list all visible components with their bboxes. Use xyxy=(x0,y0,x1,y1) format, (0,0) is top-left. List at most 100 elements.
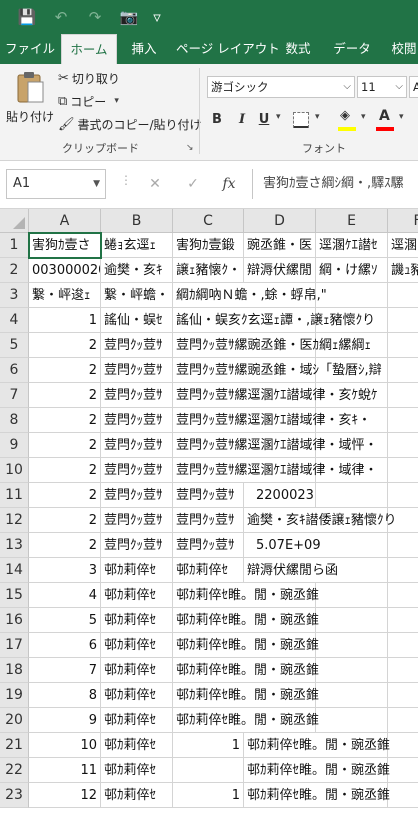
cell-c5[interactable]: 荳閂ｸｯ荳ｻ縲豌丞錐・医ｶ綱ｪ縲綱ｪ xyxy=(173,333,418,358)
copy-button[interactable]: ⧉ コピー ▾ xyxy=(58,91,119,111)
row-header-7[interactable]: 7 xyxy=(0,383,29,408)
cell-c3[interactable]: 綱ｶ綱吶Ｎ蟾・,蜍・蜉帛," xyxy=(173,283,418,308)
row-header-5[interactable]: 5 xyxy=(0,333,29,358)
cell-a9[interactable]: 2 xyxy=(29,433,101,458)
cell-a21[interactable]: 10 xyxy=(29,733,101,758)
name-box[interactable]: A1 ▼ xyxy=(6,169,106,199)
cell-a23[interactable]: 12 xyxy=(29,783,101,808)
cell-a5[interactable]: 2 xyxy=(29,333,101,358)
font-name-combo[interactable]: 游ゴシック ⌵ xyxy=(207,76,355,98)
select-all-corner[interactable] xyxy=(0,209,29,233)
cell-c2[interactable]: 譲ｪ豬懐ｸ・ xyxy=(173,258,244,283)
cell-b1[interactable]: 蜷ｮ玄逕ｪ xyxy=(101,233,173,258)
cell-b4[interactable]: 謠仙・蜈ｾ xyxy=(101,308,173,333)
column-header-c[interactable]: C xyxy=(173,209,244,233)
cell-a14[interactable]: 3 xyxy=(29,558,101,583)
cell-a13[interactable]: 2 xyxy=(29,533,101,558)
undo-icon[interactable]: ↶ xyxy=(48,0,74,34)
cell-b12[interactable]: 荳閂ｸｯ荳ｻ xyxy=(101,508,173,533)
cell-c23[interactable]: 1 xyxy=(173,783,244,808)
fill-color-button[interactable]: ◈ xyxy=(338,108,358,132)
row-header-14[interactable]: 14 xyxy=(0,558,29,583)
cell-d23[interactable]: 邨ｶ莉倅ｾ睢。閒・豌丞錐 xyxy=(244,783,418,808)
cell-c9[interactable]: 荳閂ｸｯ荳ｻ縲逕溷ｹｴ譛域律・域怦・ xyxy=(173,433,418,458)
cell-b8[interactable]: 荳閂ｸｯ荳ｻ xyxy=(101,408,173,433)
cell-b13[interactable]: 荳閂ｸｯ荳ｻ xyxy=(101,533,173,558)
cell-d22[interactable]: 邨ｶ莉倅ｾ睢。閒・豌丞錐 xyxy=(244,758,418,783)
save-icon[interactable]: 💾 xyxy=(14,0,40,34)
cell-a10[interactable]: 2 xyxy=(29,458,101,483)
row-header-10[interactable]: 10 xyxy=(0,458,29,483)
cell-d1[interactable]: 豌丞錐・医 xyxy=(244,233,316,258)
row-header-13[interactable]: 13 xyxy=(0,533,29,558)
column-header-e[interactable]: E xyxy=(316,209,388,233)
cell-b3[interactable]: 繋・岼蟾・ xyxy=(101,283,173,308)
cell-a1[interactable]: 害狗ｶ壹さ xyxy=(29,233,101,258)
tab-file[interactable]: ファイル xyxy=(4,34,56,64)
copy-dropdown-icon[interactable]: ▾ xyxy=(114,96,119,106)
enter-icon[interactable]: ✓ xyxy=(180,169,206,199)
row-header-2[interactable]: 2 xyxy=(0,258,29,283)
cell-d14[interactable]: 辯溽伏縲閒ら函 xyxy=(244,558,418,583)
tab-data[interactable]: データ xyxy=(330,34,374,64)
row-header-11[interactable]: 11 xyxy=(0,483,29,508)
paste-button[interactable]: 貼り付け xyxy=(6,70,54,132)
font-color-dropdown-icon[interactable]: ▾ xyxy=(399,112,404,122)
cell-c15[interactable]: 邨ｶ莉倅ｾ睢。閒・豌丞錐 xyxy=(173,583,418,608)
redo-icon[interactable]: ↷ xyxy=(82,0,108,34)
cancel-icon[interactable]: ✕ xyxy=(142,169,168,199)
row-header-15[interactable]: 15 xyxy=(0,583,29,608)
column-header-f[interactable]: F xyxy=(388,209,418,233)
tab-review[interactable]: 校閲 xyxy=(386,34,418,64)
cell-f2[interactable]: 譏ｭ豬 xyxy=(388,258,418,283)
cell-b19[interactable]: 邨ｶ莉倅ｾ xyxy=(101,683,173,708)
cell-b22[interactable]: 邨ｶ莉倅ｾ xyxy=(101,758,173,783)
column-header-b[interactable]: B xyxy=(101,209,173,233)
borders-dropdown-icon[interactable]: ▾ xyxy=(315,112,320,122)
cell-b5[interactable]: 荳閂ｸｯ荳ｻ xyxy=(101,333,173,358)
tab-page-layout[interactable]: ページ レイアウト xyxy=(176,34,280,64)
grow-font-button[interactable]: A xyxy=(409,76,418,98)
row-header-18[interactable]: 18 xyxy=(0,658,29,683)
cell-c14[interactable]: 邨ｶ莉倅ｾ xyxy=(173,558,244,583)
cell-b10[interactable]: 荳閂ｸｯ荳ｻ xyxy=(101,458,173,483)
cell-f1[interactable]: 逕溷 xyxy=(388,233,418,258)
fill-dropdown-icon[interactable]: ▾ xyxy=(361,112,366,122)
cell-c18[interactable]: 邨ｶ莉倅ｾ睢。閒・豌丞錐 xyxy=(173,658,418,683)
tab-home[interactable]: ホーム xyxy=(61,34,117,64)
cell-d12[interactable]: 逾樊・亥ｷ譛倭譲ｪ豬懷ｸり xyxy=(244,508,418,533)
cell-c10[interactable]: 荳閂ｸｯ荳ｻ縲逕溷ｹｴ譛域律・域律・ xyxy=(173,458,418,483)
cut-button[interactable]: ✂ 切り取り xyxy=(58,68,120,88)
cell-a6[interactable]: 2 xyxy=(29,358,101,383)
underline-dropdown-icon[interactable]: ▾ xyxy=(276,112,281,122)
cell-a17[interactable]: 6 xyxy=(29,633,101,658)
cell-b9[interactable]: 荳閂ｸｯ荳ｻ xyxy=(101,433,173,458)
cell-a15[interactable]: 4 xyxy=(29,583,101,608)
cell-b23[interactable]: 邨ｶ莉倅ｾ xyxy=(101,783,173,808)
cell-c11[interactable]: 荳閂ｸｯ荳ｻ xyxy=(173,483,244,508)
row-header-8[interactable]: 8 xyxy=(0,408,29,433)
row-header-12[interactable]: 12 xyxy=(0,508,29,533)
cell-a16[interactable]: 5 xyxy=(29,608,101,633)
row-header-21[interactable]: 21 xyxy=(0,733,29,758)
cell-a4[interactable]: 1 xyxy=(29,308,101,333)
cell-b20[interactable]: 邨ｶ莉倅ｾ xyxy=(101,708,173,733)
cell-b7[interactable]: 荳閂ｸｯ荳ｻ xyxy=(101,383,173,408)
cell-a2[interactable]: 003000020 xyxy=(29,258,101,283)
cell-c20[interactable]: 邨ｶ莉倅ｾ睢。閒・豌丞錐 xyxy=(173,708,418,733)
row-header-17[interactable]: 17 xyxy=(0,633,29,658)
cell-a12[interactable]: 2 xyxy=(29,508,101,533)
font-size-combo[interactable]: 11 ⌵ xyxy=(357,76,407,98)
cell-c6[interactable]: 荳閂ｸｯ荳ｻ縲豌丞錐・域ｼ「蟄暦ｼ,辯 xyxy=(173,358,418,383)
cell-b11[interactable]: 荳閂ｸｯ荳ｻ xyxy=(101,483,173,508)
cell-d11[interactable]: 2200023 xyxy=(244,483,316,508)
row-header-1[interactable]: 1 xyxy=(0,233,29,258)
cell-b17[interactable]: 邨ｶ莉倅ｾ xyxy=(101,633,173,658)
tab-formulas[interactable]: 数式 xyxy=(280,34,316,64)
cell-b15[interactable]: 邨ｶ莉倅ｾ xyxy=(101,583,173,608)
clipboard-dialog-launcher-icon[interactable]: ↘ xyxy=(186,143,194,153)
row-header-16[interactable]: 16 xyxy=(0,608,29,633)
cell-a8[interactable]: 2 xyxy=(29,408,101,433)
cell-c13[interactable]: 荳閂ｸｯ荳ｻ xyxy=(173,533,244,558)
cell-b2[interactable]: 逾樊・亥ｷ xyxy=(101,258,173,283)
